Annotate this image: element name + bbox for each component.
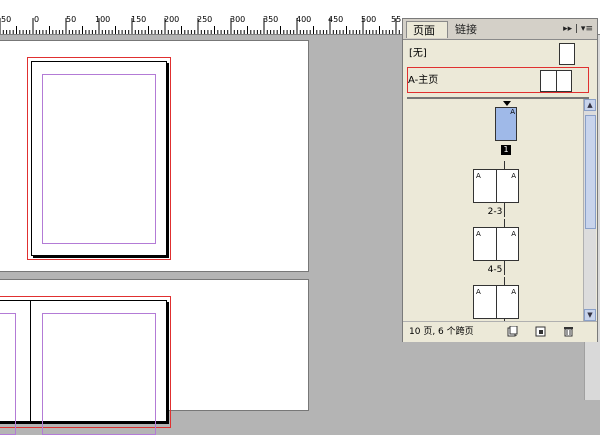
master-marker: A	[476, 172, 481, 180]
master-a[interactable]: A-主页	[407, 67, 589, 93]
ruler-label: 50	[66, 15, 77, 24]
ruler-label: 0	[34, 15, 40, 24]
insert-marker-icon	[503, 101, 511, 106]
page-thumb-2-3[interactable]: A A	[473, 169, 519, 203]
edit-page-size-icon[interactable]	[507, 326, 518, 337]
master-a-label: A-主页	[408, 75, 439, 86]
ruler-label: 150	[131, 15, 147, 24]
ruler-label: 500	[361, 15, 377, 24]
page-count-status: 10 页, 6 个跨页	[409, 327, 474, 337]
ruler-label: 350	[263, 15, 279, 24]
master-none-label: [无]	[409, 48, 427, 59]
ruler-label: 300	[230, 15, 246, 24]
page-1[interactable]	[31, 61, 167, 256]
page-list[interactable]: A 1 A A 2-3 A A 4-5 A A	[405, 99, 583, 321]
page-3[interactable]	[0, 300, 167, 435]
thumb-spine	[496, 228, 497, 260]
ruler-label: 400	[296, 15, 312, 24]
master-none[interactable]: [无]	[407, 41, 589, 67]
spread-page-1[interactable]	[0, 40, 309, 272]
master-marker: A	[476, 230, 481, 238]
pages-panel: 页面 链接 ▸▸ | ▾≡ [无] A-主页 A 1 A A 2-3 A A 4…	[402, 18, 598, 342]
new-page-icon[interactable]	[535, 326, 546, 337]
ruler-label: 450	[328, 15, 344, 24]
tab-links[interactable]: 链接	[449, 21, 489, 38]
margin-guide	[0, 313, 16, 435]
ruler-label: 200	[164, 15, 180, 24]
page-thumb-6-7[interactable]: A A	[473, 285, 519, 319]
margin-guide	[42, 313, 156, 435]
master-marker: A	[511, 288, 516, 296]
panel-tab-bar: 页面 链接 ▸▸ | ▾≡	[403, 19, 597, 40]
master-marker: A	[510, 108, 515, 116]
master-a-thumb	[540, 70, 572, 92]
page-label-1: 1	[501, 145, 511, 155]
page-label-4-5: 4-5	[487, 265, 503, 275]
spread-pages-2-3[interactable]	[0, 279, 309, 435]
trash-icon[interactable]	[563, 326, 574, 337]
page-thumb-4-5[interactable]: A A	[473, 227, 519, 261]
scroll-thumb[interactable]	[585, 115, 596, 229]
master-marker: A	[476, 288, 481, 296]
thumb-spine	[496, 170, 497, 202]
tab-pages[interactable]: 页面	[406, 21, 448, 38]
master-none-thumb	[559, 43, 575, 65]
ruler-label: 100	[95, 15, 111, 24]
panel-footer: 10 页, 6 个跨页	[403, 321, 597, 342]
scroll-up-button[interactable]: ▲	[584, 99, 596, 111]
page-list-scrollbar[interactable]: ▲ ▼	[583, 99, 596, 321]
master-marker: A	[511, 172, 516, 180]
ruler-label: 55	[391, 15, 402, 24]
scroll-down-button[interactable]: ▼	[584, 309, 596, 321]
page-thumb-1[interactable]: A	[495, 107, 517, 141]
master-marker: A	[511, 230, 516, 238]
spread-spine	[30, 301, 31, 421]
margin-guide	[42, 74, 156, 244]
page-label-2-3: 2-3	[487, 207, 503, 217]
ruler-label: 50	[1, 15, 12, 24]
ruler-label: 250	[197, 15, 213, 24]
thumb-spine	[496, 286, 497, 318]
panel-menu-icon[interactable]: ▸▸ | ▾≡	[563, 22, 593, 36]
